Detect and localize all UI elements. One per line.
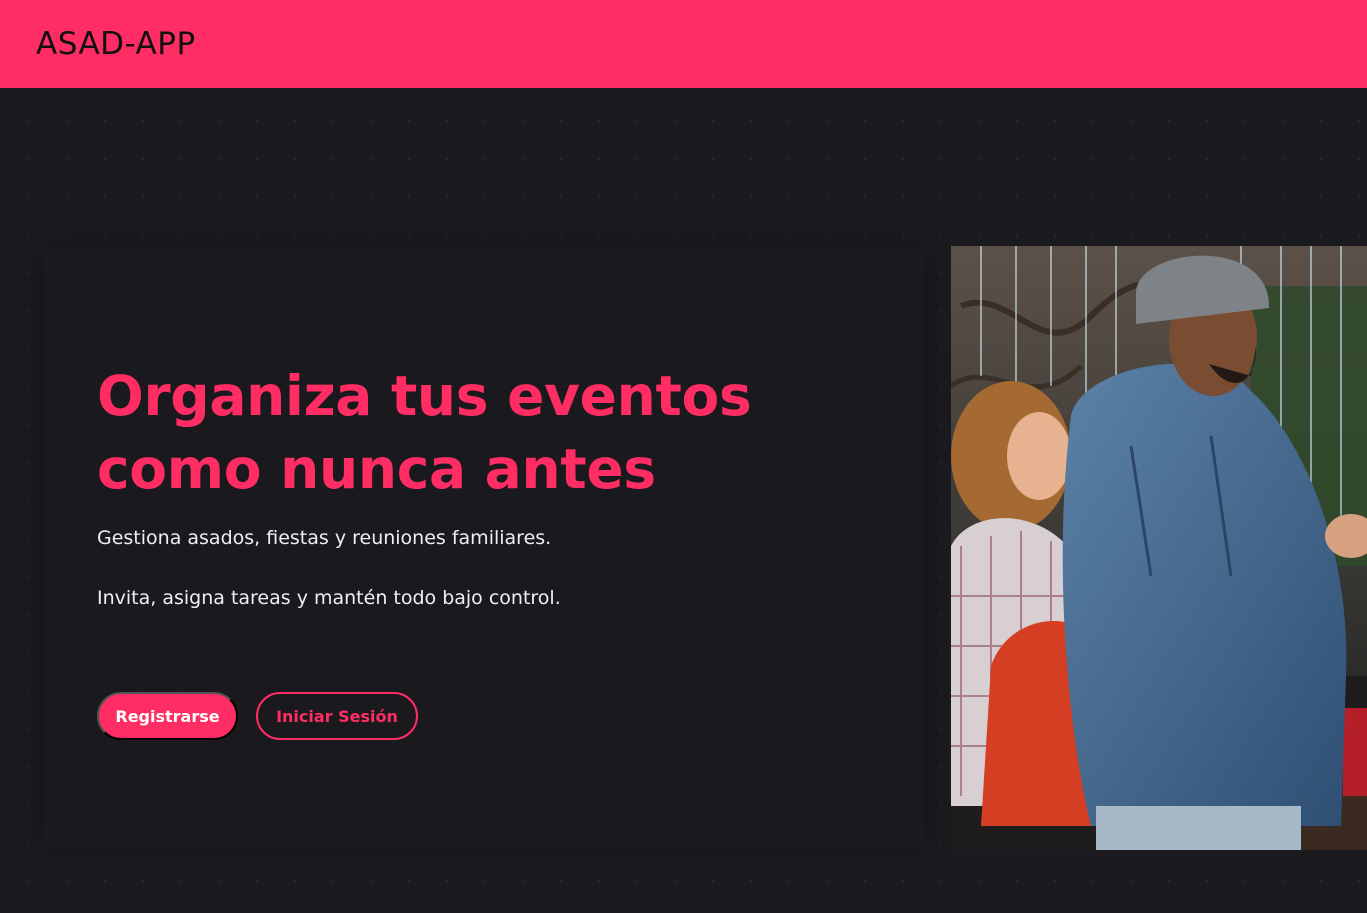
hero-section: Organiza tus eventos como nunca antes Ge…	[0, 88, 1367, 913]
hero-image	[951, 246, 1367, 850]
hero-subtitle-tasks: Invita, asigna tareas y mantén todo bajo…	[97, 587, 561, 609]
hero-subtitle-events: Gestiona asados, fiestas y reuniones fam…	[97, 527, 552, 549]
login-button[interactable]: Iniciar Sesión	[256, 692, 418, 740]
top-navbar: ASAD-APP	[0, 0, 1367, 88]
brand-logo[interactable]: ASAD-APP	[36, 26, 196, 62]
hero-title: Organiza tus eventos como nunca antes	[97, 364, 752, 501]
register-button[interactable]: Registrarse	[97, 692, 238, 740]
hero-photo-illustration	[951, 246, 1367, 850]
